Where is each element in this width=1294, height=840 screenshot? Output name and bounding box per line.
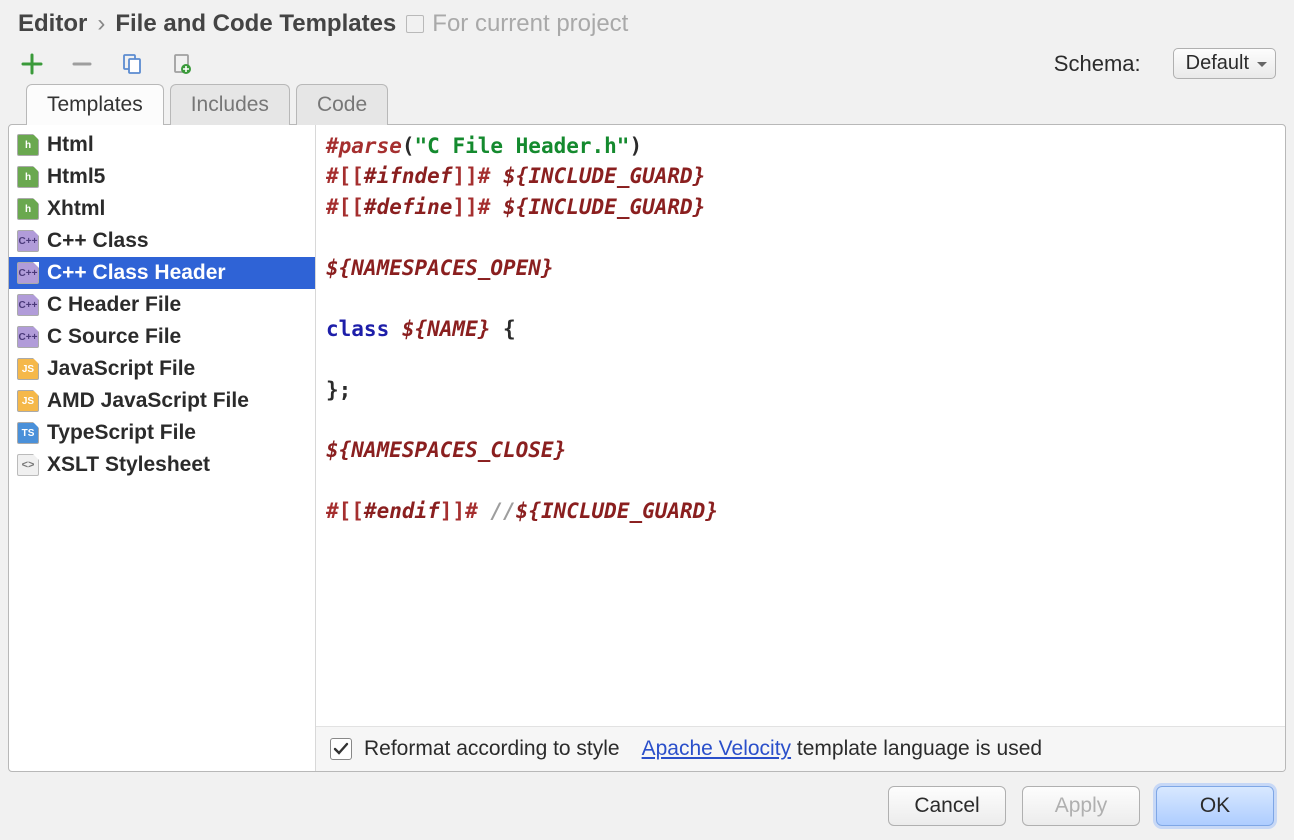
- file-icon: C++: [17, 230, 39, 252]
- cancel-button[interactable]: Cancel: [888, 786, 1006, 826]
- breadcrumb-scope: For current project: [406, 10, 628, 38]
- list-item-label: TypeScript File: [47, 421, 196, 445]
- list-item[interactable]: JS AMD JavaScript File: [9, 385, 315, 417]
- file-icon: JS: [17, 390, 39, 412]
- list-item-label: C++ Class Header: [47, 261, 226, 285]
- file-icon: h: [17, 134, 39, 156]
- list-item-label: Xhtml: [47, 197, 105, 221]
- list-item[interactable]: <> XSLT Stylesheet: [9, 449, 315, 481]
- reformat-label: Reformat according to style: [364, 737, 620, 761]
- list-item-label: Html5: [47, 165, 105, 189]
- template-list[interactable]: hHtmlhHtml5hXhtmlC++C++ ClassC++C++ Clas…: [9, 125, 316, 771]
- create-file-button[interactable]: [168, 50, 196, 78]
- list-item-label: AMD JavaScript File: [47, 389, 249, 413]
- list-item[interactable]: JS JavaScript File: [9, 353, 315, 385]
- project-scope-icon: [406, 15, 424, 33]
- apply-button[interactable]: Apply: [1022, 786, 1140, 826]
- ok-button[interactable]: OK: [1156, 786, 1274, 826]
- dialog-actions: Cancel Apply OK: [8, 772, 1286, 830]
- tab-code[interactable]: Code: [296, 84, 388, 125]
- editor-footer: Reformat according to style Apache Veloc…: [316, 726, 1285, 771]
- list-item[interactable]: C++ C++ Class: [9, 225, 315, 257]
- list-item[interactable]: TS TypeScript File: [9, 417, 315, 449]
- toolbar: Schema: Default: [8, 48, 1286, 83]
- list-item[interactable]: h Html: [9, 129, 315, 161]
- list-item-label: C Source File: [47, 325, 181, 349]
- list-item[interactable]: C++ C Source File: [9, 321, 315, 353]
- tab-bar: TemplatesIncludesCode: [8, 84, 1286, 125]
- list-item[interactable]: C++ C Header File: [9, 289, 315, 321]
- list-item-label: XSLT Stylesheet: [47, 453, 210, 477]
- velocity-link[interactable]: Apache Velocity: [642, 737, 791, 760]
- schema-dropdown[interactable]: Default: [1173, 48, 1276, 79]
- copy-button[interactable]: [118, 50, 146, 78]
- reformat-checkbox[interactable]: [330, 738, 352, 760]
- breadcrumb-root: Editor: [18, 10, 87, 38]
- file-icon: <>: [17, 454, 39, 476]
- add-button[interactable]: [18, 50, 46, 78]
- file-icon: JS: [17, 358, 39, 380]
- template-code-editor[interactable]: #parse("C File Header.h") #[[#ifndef]]# …: [316, 125, 1285, 726]
- remove-button[interactable]: [68, 50, 96, 78]
- breadcrumb-page: File and Code Templates: [115, 10, 396, 38]
- list-item-label: C++ Class: [47, 229, 149, 253]
- content-pane: hHtmlhHtml5hXhtmlC++C++ ClassC++C++ Clas…: [8, 124, 1286, 772]
- schema-label: Schema:: [1054, 51, 1141, 77]
- breadcrumb-sep: ›: [97, 10, 105, 38]
- template-lang-note: Apache Velocity template language is use…: [642, 737, 1042, 761]
- file-icon: h: [17, 198, 39, 220]
- list-item-label: C Header File: [47, 293, 181, 317]
- file-icon: C++: [17, 326, 39, 348]
- file-icon: C++: [17, 294, 39, 316]
- file-icon: C++: [17, 262, 39, 284]
- list-item-label: Html: [47, 133, 94, 157]
- list-item-label: JavaScript File: [47, 357, 195, 381]
- list-item[interactable]: C++ C++ Class Header: [9, 257, 315, 289]
- tab-templates[interactable]: Templates: [26, 84, 164, 125]
- list-item[interactable]: h Xhtml: [9, 193, 315, 225]
- tab-includes[interactable]: Includes: [170, 84, 290, 125]
- file-icon: TS: [17, 422, 39, 444]
- file-icon: h: [17, 166, 39, 188]
- breadcrumb: Editor › File and Code Templates For cur…: [8, 6, 1286, 48]
- list-item[interactable]: h Html5: [9, 161, 315, 193]
